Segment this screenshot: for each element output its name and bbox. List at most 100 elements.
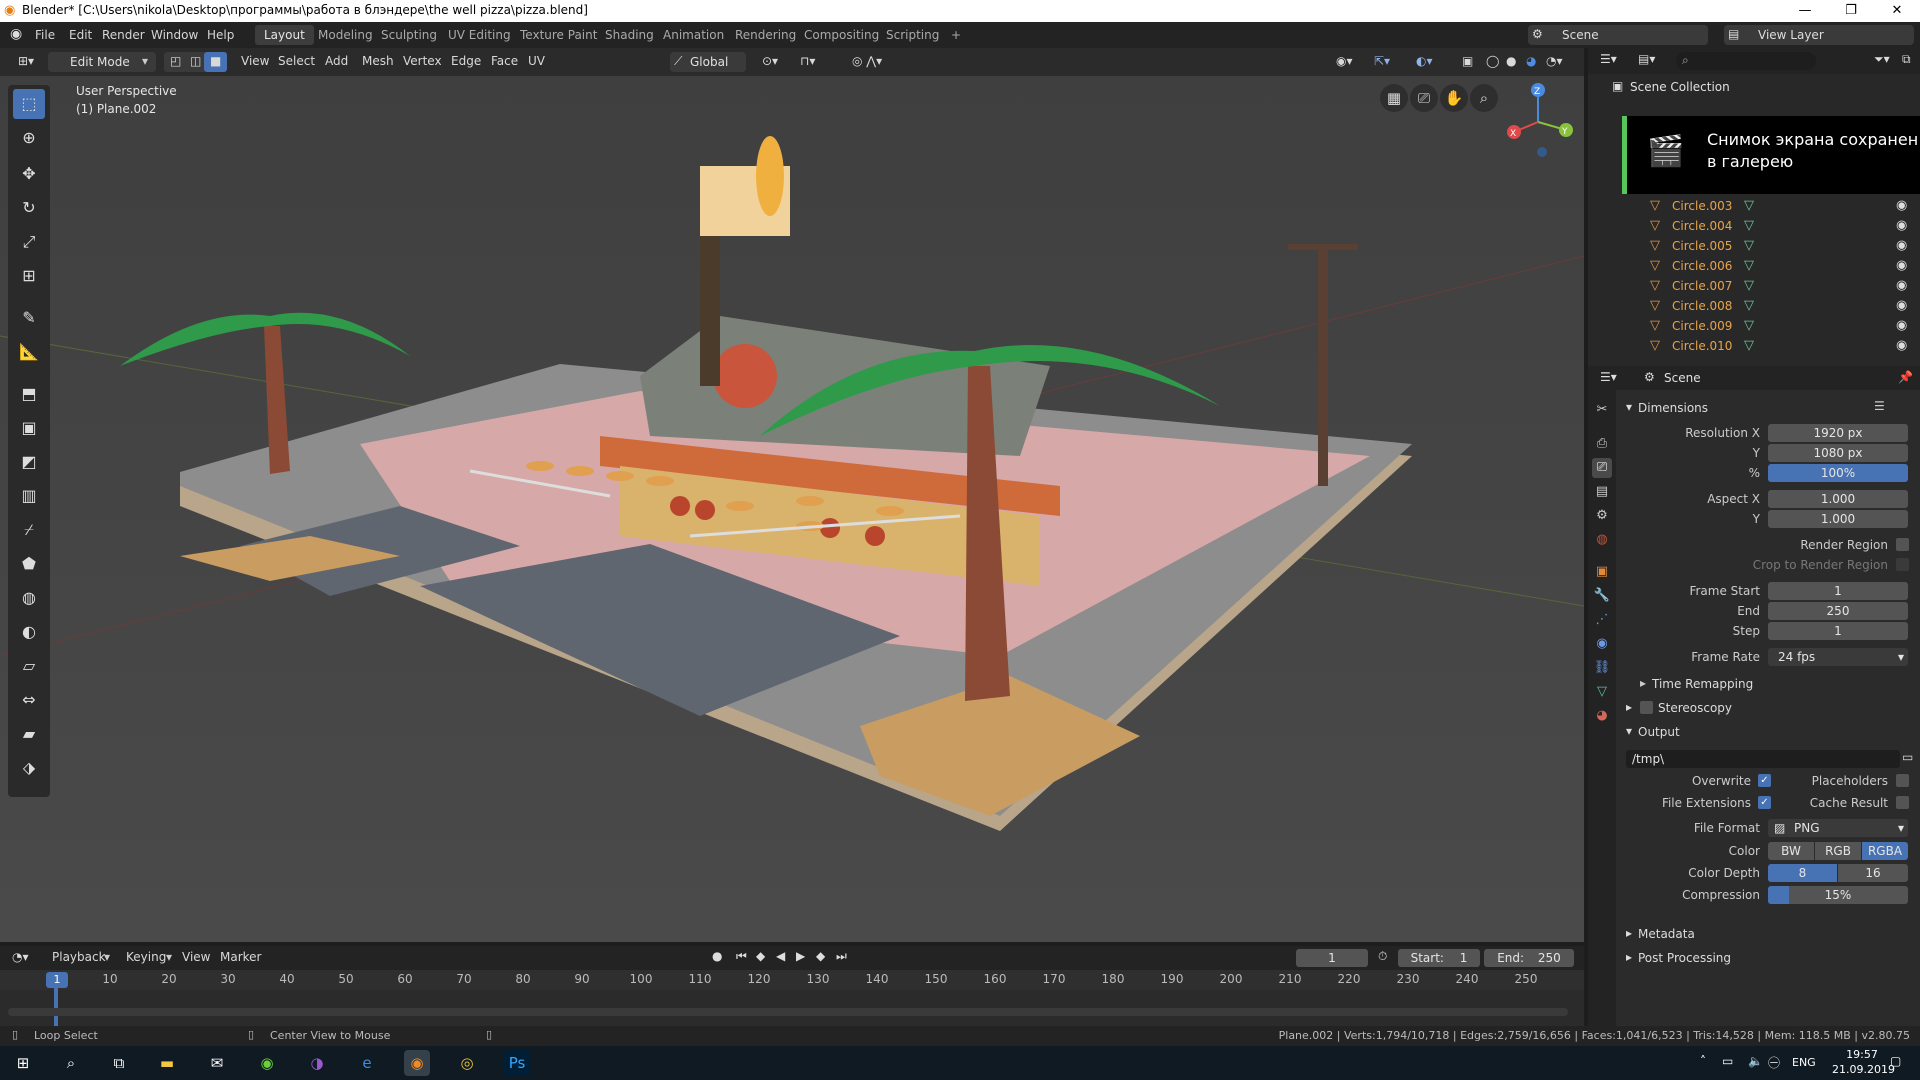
knife-icon[interactable]: ⌿ xyxy=(13,515,45,545)
orientation-selector[interactable]: ⟋ Global xyxy=(670,52,746,72)
start-button-icon[interactable]: ⊞ xyxy=(10,1050,36,1076)
menu-face[interactable]: Face xyxy=(485,52,524,72)
stereoscopy-checkbox[interactable] xyxy=(1640,701,1653,714)
poly-build-icon[interactable]: ⬟ xyxy=(13,549,45,579)
menu-timeline-view[interactable]: View xyxy=(176,948,216,968)
menu-keying[interactable]: Keying xyxy=(120,948,172,968)
rip-region-icon[interactable]: ⬗ xyxy=(13,753,45,783)
blender-menu-icon[interactable]: ◉ xyxy=(10,26,22,42)
search-icon[interactable]: ⌕ xyxy=(58,1050,84,1076)
constraints-tab-icon[interactable]: ⛓ xyxy=(1592,658,1612,678)
menu-vertex[interactable]: Vertex xyxy=(397,52,448,72)
prev-keyframe-icon[interactable]: ◆ xyxy=(756,949,765,963)
camera-icon[interactable]: ⎚ xyxy=(1410,84,1438,112)
output-arrow-icon[interactable]: ▾ xyxy=(1626,724,1632,738)
xray-icon[interactable]: ▣ xyxy=(1456,52,1479,72)
file-format-select[interactable]: ▨ PNG ▾ xyxy=(1768,819,1908,837)
network-icon[interactable]: ▭ xyxy=(1722,1054,1733,1068)
measure-icon[interactable]: 📐 xyxy=(13,337,45,367)
output-tab-icon[interactable]: ⎚ xyxy=(1592,458,1612,478)
editor-type-button[interactable]: ⊞▾ xyxy=(12,52,40,72)
rotate-icon[interactable]: ↻ xyxy=(13,193,45,223)
menu-edit[interactable]: Edit xyxy=(64,26,97,44)
select-box-icon[interactable]: ⬚ xyxy=(13,89,45,119)
timeline-scrollbar[interactable] xyxy=(8,1008,1568,1016)
frame-rate-select[interactable]: 24 fps ▾ xyxy=(1768,648,1908,666)
modifier-tab-icon[interactable]: 🔧 xyxy=(1592,586,1612,606)
chrome-icon[interactable]: ◎ xyxy=(454,1050,480,1076)
clock-date[interactable]: 21.09.2019 xyxy=(1832,1063,1895,1076)
menu-render[interactable]: Render xyxy=(97,26,150,44)
end-frame-field[interactable]: End: 250 xyxy=(1484,949,1574,967)
edge-browser-icon[interactable]: e xyxy=(354,1050,380,1076)
view-icon[interactable]: ▤▾ xyxy=(1638,52,1655,66)
data-tab-icon[interactable]: ▽ xyxy=(1592,682,1612,702)
display-mode-icon[interactable]: ☰▾ xyxy=(1600,52,1617,66)
particles-tab-icon[interactable]: ⋰ xyxy=(1592,610,1612,630)
task-view-icon[interactable]: ⧉ xyxy=(106,1050,132,1076)
list-item[interactable]: ▽ Circle.007 ▽ ◉ xyxy=(1588,276,1920,296)
menu-select[interactable]: Select xyxy=(272,52,321,72)
output-header[interactable]: Output xyxy=(1638,725,1680,739)
overlay-toggle-icon[interactable]: ◐▾ xyxy=(1410,52,1439,72)
menu-playback[interactable]: Playback xyxy=(46,948,112,968)
post-processing-arrow-icon[interactable]: ▸ xyxy=(1626,950,1632,964)
color-depth-8-button[interactable]: 8 xyxy=(1768,864,1837,882)
zoom-icon[interactable]: ⌕ xyxy=(1470,84,1498,112)
menu-file[interactable]: File xyxy=(30,26,60,44)
mode-selector[interactable]: Edit Mode ▾ xyxy=(48,52,156,72)
tab-layout[interactable]: Layout xyxy=(255,25,314,45)
rendered-shading-icon[interactable]: ◔▾ xyxy=(1540,52,1569,72)
add-workspace-button[interactable]: + xyxy=(942,25,970,45)
menu-window[interactable]: Window xyxy=(146,26,203,44)
color-depth-16-button[interactable]: 16 xyxy=(1838,864,1908,882)
grid-icon[interactable]: ▦ xyxy=(1380,84,1408,112)
list-item[interactable]: ▽ Circle.008 ▽ ◉ xyxy=(1588,296,1920,316)
loop-cut-icon[interactable]: ▥ xyxy=(13,481,45,511)
shear-icon[interactable]: ▰ xyxy=(13,719,45,749)
list-item[interactable]: ▽ Circle.006 ▽ ◉ xyxy=(1588,256,1920,276)
aspect-y-field[interactable]: 1.000 xyxy=(1768,510,1908,528)
filter-icon[interactable]: ⏷▾ xyxy=(1874,52,1890,67)
outliner-search-input[interactable]: ⌕ xyxy=(1676,52,1816,70)
tab-rendering[interactable]: Rendering xyxy=(726,25,805,45)
new-collection-icon[interactable]: ⧉ xyxy=(1902,52,1911,67)
bevel-icon[interactable]: ◩ xyxy=(13,447,45,477)
tab-sculpting[interactable]: Sculpting xyxy=(372,25,446,45)
object-tab-icon[interactable]: ▣ xyxy=(1592,562,1612,582)
view-layer-tab-icon[interactable]: ▤ xyxy=(1592,482,1612,502)
spin-icon[interactable]: ◍ xyxy=(13,583,45,613)
tab-compositing[interactable]: Compositing xyxy=(795,25,888,45)
aspect-x-field[interactable]: 1.000 xyxy=(1768,490,1908,508)
list-item[interactable]: ▽ Circle.003 ▽ ◉ xyxy=(1588,196,1920,216)
tool-tab-icon[interactable]: ✂ xyxy=(1592,400,1612,420)
language-indicator[interactable]: ENG xyxy=(1792,1056,1816,1069)
edge-slide-icon[interactable]: ▱ xyxy=(13,651,45,681)
current-frame-field[interactable]: 1 xyxy=(1296,949,1368,967)
color-rgba-button[interactable]: RGBA xyxy=(1862,842,1908,860)
dimensions-header[interactable]: Dimensions xyxy=(1638,401,1708,415)
frame-step-field[interactable]: 1 xyxy=(1768,622,1908,640)
notifications-icon[interactable]: ▢ xyxy=(1890,1054,1901,1068)
crop-region-checkbox[interactable] xyxy=(1896,558,1909,571)
navigation-gizmo[interactable]: Z Y X xyxy=(1500,82,1576,162)
close-button[interactable]: ✕ xyxy=(1874,0,1920,22)
list-item[interactable]: ▽ Circle.004 ▽ ◉ xyxy=(1588,216,1920,236)
physics-tab-icon[interactable]: ◉ xyxy=(1592,634,1612,654)
world-tab-icon[interactable]: ◍ xyxy=(1592,530,1612,550)
metadata-arrow-icon[interactable]: ▸ xyxy=(1626,926,1632,940)
volume-icon[interactable]: 🔈 xyxy=(1748,1054,1763,1068)
presets-icon[interactable]: ☰ xyxy=(1874,399,1885,413)
list-item[interactable]: ▽ Circle.005 ▽ ◉ xyxy=(1588,236,1920,256)
file-explorer-icon[interactable]: ▬ xyxy=(154,1050,180,1076)
pin-icon[interactable]: 📌 xyxy=(1898,370,1913,384)
tab-uv-editing[interactable]: UV Editing xyxy=(439,25,520,45)
post-processing-header[interactable]: Post Processing xyxy=(1638,951,1731,965)
timeline-editor-icon[interactable]: ◔▾ xyxy=(12,950,29,964)
face-select-button[interactable]: ■ xyxy=(204,52,228,72)
maximize-button[interactable]: ❐ xyxy=(1828,0,1874,22)
scene-selector[interactable]: ⚙ Scene xyxy=(1528,25,1708,45)
tray-chevron-icon[interactable]: ˄ xyxy=(1700,1054,1706,1068)
record-icon[interactable]: ● xyxy=(712,949,722,963)
smooth-icon[interactable]: ◐ xyxy=(13,617,45,647)
